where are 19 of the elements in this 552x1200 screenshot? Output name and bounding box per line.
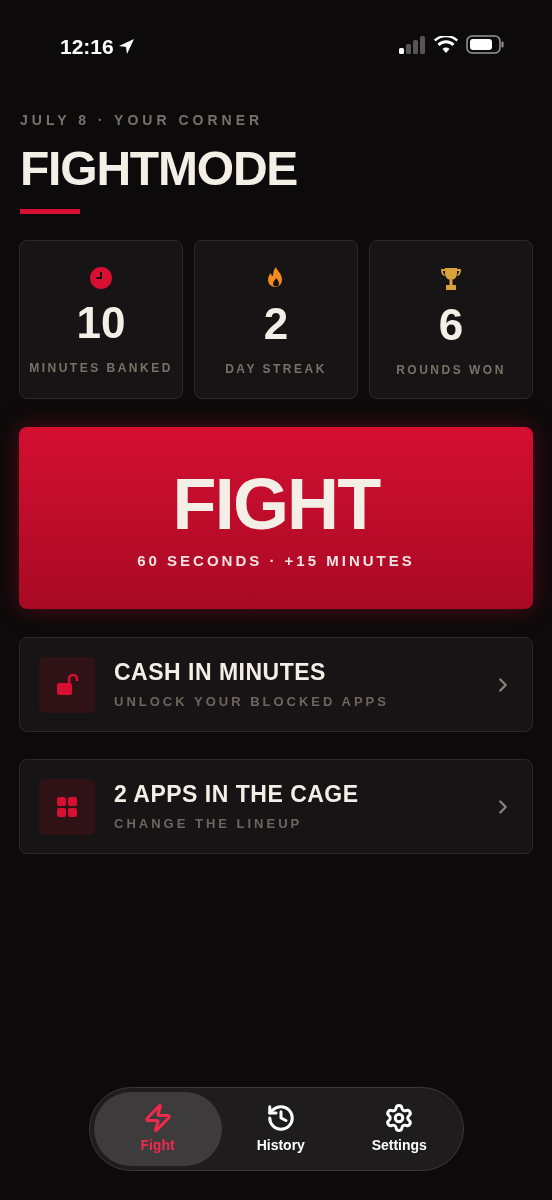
stat-label: ROUNDS WON bbox=[396, 362, 506, 379]
stat-value: 6 bbox=[438, 299, 464, 351]
date-eyebrow: JULY 8 · YOUR CORNER bbox=[20, 111, 265, 130]
action-card[interactable]: 2 APPS IN THE CAGE CHANGE THE LINEUP bbox=[19, 759, 533, 854]
fight-subtitle: 60 SECONDS · +15 MINUTES bbox=[137, 550, 415, 571]
status-time: 12:16 bbox=[60, 34, 114, 60]
action-title: CASH IN MINUTES bbox=[114, 657, 327, 686]
stat-value: 10 bbox=[76, 297, 126, 349]
action-subtitle: CHANGE THE LINEUP bbox=[114, 814, 304, 833]
fight-button[interactable]: FIGHT 60 SECONDS · +15 MINUTES bbox=[19, 427, 533, 609]
tab-item[interactable]: Settings bbox=[340, 1092, 459, 1166]
tab-item[interactable]: History bbox=[221, 1092, 340, 1166]
app-title: FIGHTMODE bbox=[20, 141, 298, 197]
stat-value: 2 bbox=[263, 298, 289, 350]
stat-label: MINUTES BANKED bbox=[29, 360, 173, 377]
action-subtitle: UNLOCK YOUR BLOCKED APPS bbox=[114, 692, 390, 711]
action-card[interactable]: CASH IN MINUTES UNLOCK YOUR BLOCKED APPS bbox=[19, 637, 533, 732]
action-title: 2 APPS IN THE CAGE bbox=[114, 779, 360, 808]
stat-label: DAY STREAK bbox=[225, 361, 327, 378]
